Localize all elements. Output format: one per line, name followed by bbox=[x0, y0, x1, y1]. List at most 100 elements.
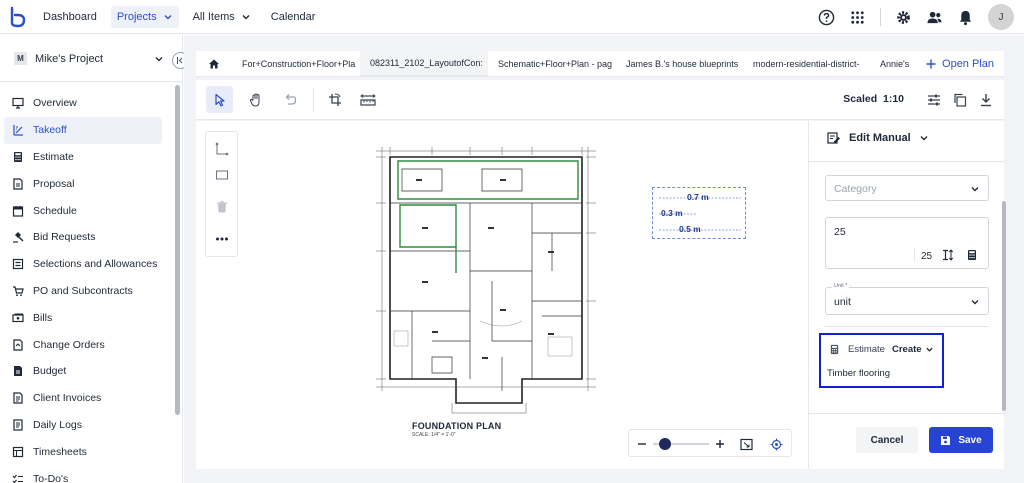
sidebar-item-bills[interactable]: Bills bbox=[4, 304, 162, 331]
nav-all-items[interactable]: All Items bbox=[187, 6, 257, 28]
timesheet-icon bbox=[12, 446, 24, 457]
category-placeholder: Category bbox=[834, 183, 877, 195]
polyline-tool-icon[interactable] bbox=[215, 142, 229, 156]
panel-scrollbar[interactable] bbox=[1002, 201, 1006, 411]
fit-to-screen-button[interactable] bbox=[739, 437, 753, 451]
users-icon[interactable] bbox=[926, 9, 943, 26]
swap-vertical-icon[interactable] bbox=[942, 249, 954, 261]
floor-plan-drawing[interactable] bbox=[372, 141, 600, 419]
sidebar-item-timesheets[interactable]: Timesheets bbox=[4, 438, 162, 465]
nav-dashboard[interactable]: Dashboard bbox=[37, 6, 103, 28]
sidebar-item-budget[interactable]: Budget bbox=[4, 358, 162, 385]
sidebar-item-schedule[interactable]: Schedule bbox=[4, 197, 162, 224]
chevron-down-icon bbox=[155, 56, 163, 61]
plus-icon bbox=[926, 59, 936, 68]
help-icon[interactable] bbox=[818, 9, 835, 26]
sidebar-item-todos[interactable]: To-Do's bbox=[4, 465, 162, 483]
pan-tool-button[interactable] bbox=[242, 86, 269, 113]
sidebar-item-po-subcontracts[interactable]: PO and Subcontracts bbox=[4, 278, 162, 305]
bill-icon bbox=[12, 313, 24, 322]
unit-select[interactable]: Unit * unit bbox=[825, 283, 989, 315]
sidebar-item-estimate[interactable]: Estimate bbox=[4, 144, 162, 171]
save-button[interactable]: Save bbox=[929, 427, 993, 453]
hand-icon bbox=[249, 92, 259, 107]
plan-tab[interactable]: 082311_2102_LayoutofCon: bbox=[360, 50, 488, 77]
sidebar-item-label: Client Invoices bbox=[33, 392, 102, 405]
undo-button[interactable] bbox=[276, 86, 303, 113]
sidebar-scrollbar[interactable] bbox=[175, 85, 180, 415]
toolbar-divider bbox=[313, 88, 314, 112]
project-selector[interactable]: M Mike's Project bbox=[14, 52, 164, 65]
plan-tab-label: 082311_2102_LayoutofCon: bbox=[370, 57, 483, 68]
zoom-in-button[interactable] bbox=[713, 437, 727, 451]
sidebar-item-bid-requests[interactable]: Bid Requests bbox=[4, 224, 162, 251]
scale-label: Scaled bbox=[843, 93, 878, 105]
select-tool-button[interactable] bbox=[206, 86, 233, 113]
sidebar-item-client-invoices[interactable]: Client Invoices bbox=[4, 385, 162, 412]
unit-field-label: Unit * bbox=[832, 283, 850, 289]
sidebar-item-label: Change Orders bbox=[33, 338, 105, 351]
measurement-value: 0.7 m bbox=[687, 192, 709, 202]
estimate-item-name[interactable]: Timber flooring bbox=[827, 368, 890, 379]
rectangle-tool-icon[interactable] bbox=[215, 168, 229, 182]
app-logo-icon[interactable] bbox=[9, 6, 27, 28]
zoom-slider-thumb[interactable] bbox=[659, 438, 672, 450]
estimate-link-box: Estimate Create Timber flooring bbox=[819, 333, 944, 388]
panel-header[interactable]: Edit Manual bbox=[827, 131, 929, 145]
trash-icon[interactable] bbox=[215, 200, 229, 214]
category-select[interactable]: Category bbox=[825, 175, 989, 201]
save-label: Save bbox=[958, 434, 982, 446]
nav-divider bbox=[880, 8, 881, 26]
rotate-button[interactable] bbox=[321, 86, 348, 113]
measurement-value: 0.3 m bbox=[661, 208, 683, 218]
sliders-icon bbox=[927, 94, 940, 105]
chevron-down-icon[interactable] bbox=[925, 345, 934, 354]
avatar[interactable]: J bbox=[988, 4, 1014, 30]
avatar-initial: J bbox=[998, 11, 1004, 23]
copy-button[interactable] bbox=[946, 86, 973, 113]
sidebar-item-proposal[interactable]: Proposal bbox=[4, 170, 162, 197]
quantity-field[interactable]: 25 25 bbox=[825, 217, 989, 269]
filter-settings-button[interactable] bbox=[920, 86, 947, 113]
estimate-create-dropdown[interactable]: Create bbox=[892, 344, 922, 355]
chevron-down-icon bbox=[242, 14, 250, 19]
gear-icon[interactable] bbox=[895, 9, 912, 26]
sidebar-item-selections[interactable]: Selections and Allowances bbox=[4, 251, 162, 278]
locate-button[interactable] bbox=[769, 437, 783, 451]
scale-value: 1:10 bbox=[882, 93, 904, 105]
sidebar-item-label: Schedule bbox=[33, 204, 77, 217]
plan-scale-note: SCALE: 1/4" = 1'-0" bbox=[412, 432, 456, 438]
plan-tab[interactable]: modern-residential-district- bbox=[743, 51, 870, 77]
plan-canvas[interactable]: FOUNDATION PLAN SCALE: 1/4" = 1'-0" 0.7 … bbox=[196, 121, 808, 469]
apps-grid-icon[interactable] bbox=[849, 9, 866, 26]
plus-icon bbox=[716, 440, 724, 448]
zoom-controls bbox=[628, 429, 792, 457]
nav-projects[interactable]: Projects bbox=[110, 5, 179, 28]
nav-calendar[interactable]: Calendar bbox=[265, 6, 322, 28]
plan-tab[interactable]: Schematic+Floor+Plan - pag bbox=[488, 51, 616, 77]
scale-tool-button[interactable] bbox=[354, 86, 381, 113]
zoom-out-button[interactable] bbox=[635, 437, 649, 451]
plan-tab[interactable]: Annie's bbox=[870, 51, 910, 77]
cancel-label: Cancel bbox=[870, 434, 904, 446]
home-icon bbox=[209, 59, 219, 68]
bell-icon[interactable] bbox=[957, 9, 974, 26]
home-tab[interactable] bbox=[196, 51, 232, 77]
open-plan-button[interactable]: Open Plan bbox=[926, 58, 994, 70]
measurement-annotation[interactable]: 0.7 m 0.3 m 0.5 m bbox=[652, 187, 746, 239]
plan-tab-label: For+Construction+Floor+Pla bbox=[242, 58, 356, 69]
download-button[interactable] bbox=[972, 86, 999, 113]
estimate-label: Estimate bbox=[848, 344, 885, 355]
calculator-icon[interactable] bbox=[966, 249, 978, 261]
sidebar-item-takeoff[interactable]: Takeoff bbox=[4, 116, 162, 144]
sidebar-item-overview[interactable]: Overview bbox=[4, 90, 162, 117]
sidebar-item-change-orders[interactable]: Change Orders bbox=[4, 331, 162, 358]
plan-tab[interactable]: For+Construction+Floor+Pla bbox=[232, 51, 360, 77]
minus-icon bbox=[638, 443, 646, 445]
sidebar-item-daily-logs[interactable]: Daily Logs bbox=[4, 412, 162, 439]
more-options-icon[interactable] bbox=[215, 232, 229, 246]
gavel-icon bbox=[13, 232, 24, 243]
cancel-button[interactable]: Cancel bbox=[856, 427, 918, 453]
plan-tab[interactable]: James B.'s house blueprints bbox=[616, 51, 743, 77]
floppy-disk-icon bbox=[941, 435, 951, 445]
